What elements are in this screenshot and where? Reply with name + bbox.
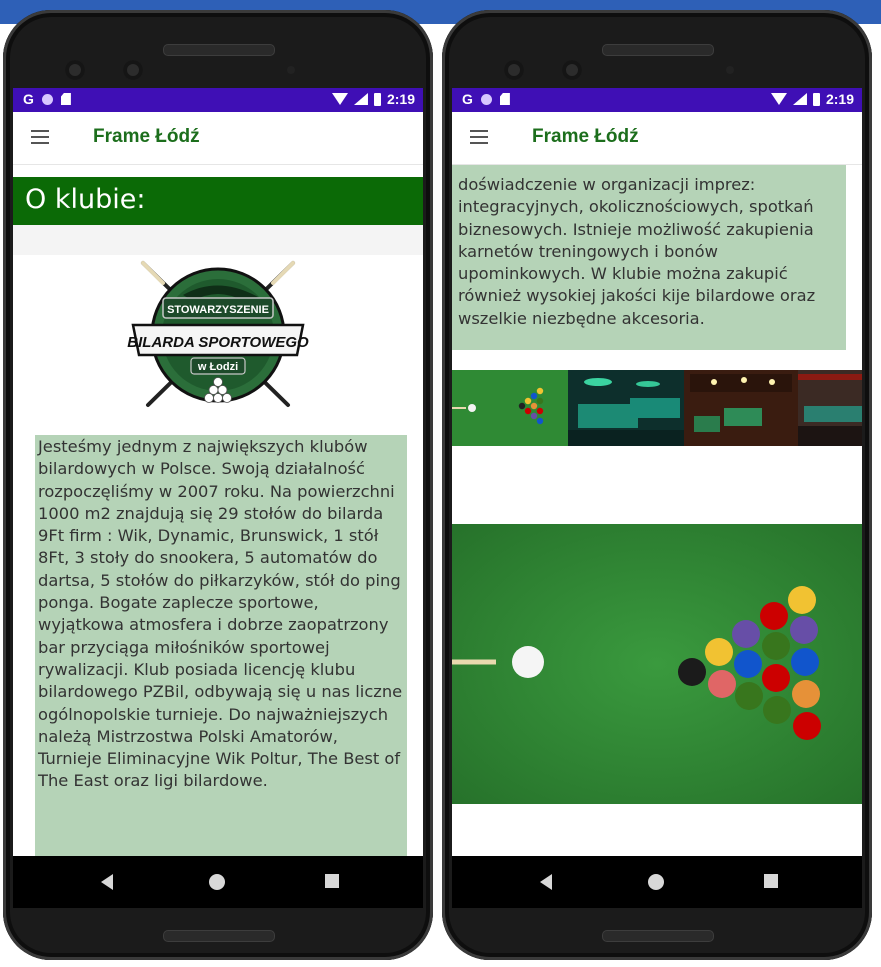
bottom-speaker [163, 930, 275, 942]
recent-apps-icon[interactable] [764, 874, 778, 888]
hamburger-menu-icon[interactable] [470, 130, 488, 144]
home-icon[interactable] [648, 874, 664, 890]
app-bar: Frame Łódź [452, 112, 862, 165]
circle-notification-icon [480, 93, 492, 105]
logo-line-3: w Łodzi [197, 361, 238, 373]
wifi-icon [770, 93, 787, 105]
google-g-icon: G [23, 91, 34, 107]
logo-line-2: BILARDA SPORTOWEGO [127, 334, 309, 351]
section-heading: O klubie: [13, 177, 423, 225]
sd-card-icon [499, 93, 510, 105]
status-left-icons: G [23, 91, 71, 107]
navigation-bar [452, 856, 862, 908]
circle-notification-icon [41, 93, 53, 105]
status-right-icons: 2:19 [770, 91, 854, 107]
status-bar: G 2:19 [13, 88, 423, 112]
hamburger-menu-icon[interactable] [31, 130, 49, 144]
recent-apps-icon[interactable] [325, 874, 339, 888]
phone-right: G 2:19 doświadczenie w organizacji impre… [442, 10, 872, 960]
status-left-icons: G [462, 91, 510, 107]
status-time: 2:19 [825, 91, 854, 107]
club-logo: STOWARZYSZENIE BILARDA SPORTOWEGO w Łodz… [13, 255, 423, 413]
google-g-icon: G [462, 91, 473, 107]
club-description: Jesteśmy jednym z największych klubów bi… [35, 435, 407, 875]
spacer [13, 225, 423, 255]
proximity-sensor [726, 66, 734, 74]
gallery-image-club-hall[interactable] [568, 370, 684, 446]
screen-right: G 2:19 doświadczenie w organizacji impre… [452, 88, 862, 908]
club-logo-graphic: STOWARZYSZENIE BILARDA SPORTOWEGO w Łodz… [127, 261, 309, 407]
front-camera-icon [562, 60, 582, 80]
battery-icon [373, 92, 381, 106]
earpiece-speaker [163, 44, 275, 56]
back-icon[interactable] [540, 874, 552, 890]
logo-line-1: STOWARZYSZENIE [167, 304, 269, 316]
status-time: 2:19 [386, 91, 415, 107]
battery-icon [812, 92, 820, 106]
sd-card-icon [60, 93, 71, 105]
signal-icon [792, 93, 807, 105]
app-title: Frame Łódź [532, 126, 639, 147]
proximity-sensor [287, 66, 295, 74]
billiard-table-image [452, 524, 862, 804]
earpiece-speaker [602, 44, 714, 56]
front-camera-icon [65, 60, 85, 80]
front-camera-icon [123, 60, 143, 80]
gallery-image-tables[interactable] [684, 370, 798, 446]
screen-left: G 2:19 Frame Łódź O klubie: STOWARZYSZEN… [13, 88, 423, 908]
gallery-image-room[interactable] [798, 370, 862, 446]
photo-gallery[interactable] [452, 370, 862, 446]
bottom-speaker [602, 930, 714, 942]
club-description-continued: doświadczenie w organizacji imprez: inte… [452, 164, 846, 350]
phone-left: G 2:19 Frame Łódź O klubie: STOWARZYSZEN… [3, 10, 433, 960]
front-camera-icon [504, 60, 524, 80]
status-bar: G 2:19 [452, 88, 862, 112]
signal-icon [353, 93, 368, 105]
gallery-image-rack[interactable] [452, 370, 568, 446]
app-title: Frame Łódź [93, 126, 200, 147]
home-icon[interactable] [209, 874, 225, 890]
status-right-icons: 2:19 [331, 91, 415, 107]
back-icon[interactable] [101, 874, 113, 890]
navigation-bar [13, 856, 423, 908]
app-bar: Frame Łódź [13, 112, 423, 165]
wifi-icon [331, 93, 348, 105]
